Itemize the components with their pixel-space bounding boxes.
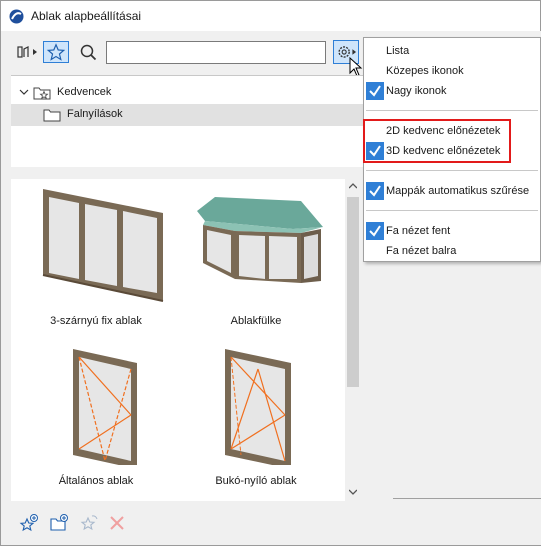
general-window-preview [73,349,137,465]
tree-item-favorites[interactable]: Kedvencek [11,82,369,104]
folder-icon [43,109,61,122]
scroll-down-icon[interactable] [349,489,357,495]
window-title: Ablak alapbeállításai [31,9,142,23]
item-label: 3-szárnyú fix ablak [50,315,142,327]
search-input[interactable] [106,41,326,64]
menu-separator [366,210,538,211]
menu-item-large-icons[interactable]: Nagy ikonok [364,82,540,102]
menu-item-tree-top[interactable]: Fa nézet fent [364,222,540,242]
checkmark-icon [366,182,384,200]
scrollbar-thumb[interactable] [347,197,359,387]
navigator-icon[interactable] [15,41,41,63]
menu-item-tree-left[interactable]: Fa nézet balra [364,242,540,262]
favorite-item[interactable]: Általános ablak [21,345,171,495]
menu-separator [366,170,538,171]
menu-item-medium-icons[interactable]: Közepes ikonok [364,62,540,82]
annotation-highlight-box [363,119,511,163]
delete-icon[interactable] [107,513,127,533]
favorites-folder-icon [33,87,51,100]
tree-label-favorites: Kedvencek [57,86,112,98]
item-label: Bukó-nyíló ablak [215,475,297,487]
favorites-star-button[interactable] [43,41,69,63]
favorite-item[interactable]: Ablakfülke [181,183,331,333]
three-pane-fixed-window-preview [42,189,164,302]
checkmark-icon [366,222,384,240]
search-icon[interactable] [77,41,99,63]
menu-item-auto-filter-folders[interactable]: Mappák automatikus szűrése [364,182,540,202]
new-folder-icon[interactable] [49,513,69,533]
favorite-item[interactable]: 3-szárnyú fix ablak [21,183,171,333]
dialog-window: Ablak alapbeállításai Kedvencek Falnyílá… [0,0,541,546]
add-favorite-icon[interactable] [19,513,39,533]
panel-divider [393,498,541,499]
mouse-cursor-icon [349,57,363,77]
tilt-turn-window-preview [225,349,291,465]
menu-separator [366,110,538,111]
favorite-item[interactable]: Bukó-nyíló ablak [181,345,331,495]
menu-item-list[interactable]: Lista [364,42,540,62]
item-label: Általános ablak [58,475,134,487]
tree-item-wall-openings[interactable]: Falnyílások [11,104,369,126]
grid-scrollbar[interactable] [345,179,361,501]
favorites-action-bar [11,509,131,535]
expand-arrow-icon[interactable] [19,87,29,97]
title-bar: Ablak alapbeállításai [1,1,540,31]
favorites-tree: Kedvencek Falnyílások [11,75,369,167]
scroll-up-icon[interactable] [349,183,357,189]
favorites-grid: 3-szárnyú fix ablak Ablakfülke Általános… [11,179,345,501]
app-icon [9,9,24,24]
checkmark-icon [366,82,384,100]
item-label: Ablakfülke [230,315,282,327]
tree-label-wall-openings: Falnyílások [67,108,123,120]
update-favorite-icon[interactable] [79,513,99,533]
bay-window-preview [197,197,323,283]
